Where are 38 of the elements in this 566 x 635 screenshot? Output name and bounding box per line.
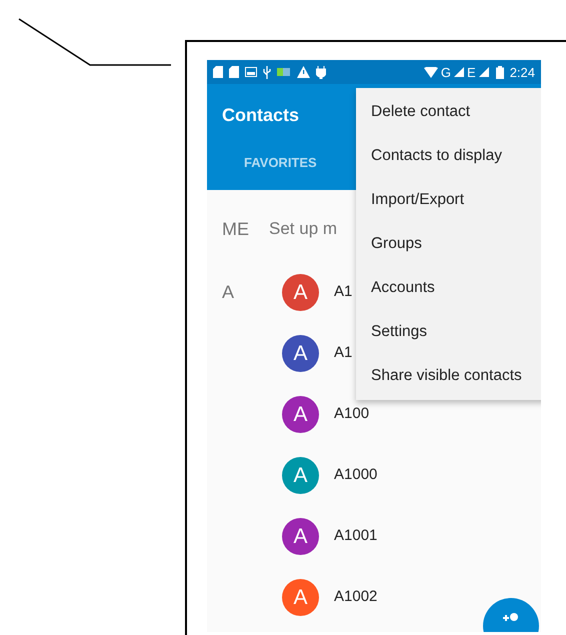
section-label: ME [221,218,250,240]
menu-item[interactable]: Delete contact [356,90,541,134]
contact-avatar: A [282,579,319,616]
contact-name[interactable]: A100 [334,403,370,426]
app-title: Contacts [222,104,300,127]
contact-avatar: A [282,396,319,433]
add-person-icon [501,612,521,624]
network-type: G [440,66,452,78]
contact-avatar: A [282,457,319,494]
contact-name[interactable]: A1000 [334,464,378,487]
sd-card-icon [229,66,239,78]
contact-avatar: A [282,274,319,311]
usb-icon [263,66,271,78]
contact-name[interactable]: A1 [334,342,352,365]
menu-item[interactable]: Share visible contacts [356,354,541,398]
contact-avatar: A [282,518,319,555]
signal-icon [478,67,489,77]
warning-icon [297,66,310,78]
contact-name[interactable]: A1001 [334,525,378,548]
signal-icon [454,67,464,77]
menu-item[interactable]: Settings [356,310,541,354]
contact-avatar: A [282,335,319,372]
battery-small-icon [277,68,291,76]
section-label: A [221,281,236,304]
menu-item[interactable]: Groups [356,222,541,266]
setup-profile-text: Set up m [269,218,338,240]
contact-name[interactable]: A1 [334,281,352,304]
image-icon [245,67,257,77]
menu-item[interactable]: Contacts to display [356,134,541,178]
battery-icon [496,66,504,78]
clock-time: 2:24 [510,66,535,78]
network-type: E [467,66,476,78]
wifi-icon [424,66,438,78]
menu-item[interactable]: Import/Export [356,178,541,222]
menu-item[interactable]: Accounts [356,266,541,310]
plug-icon [316,66,326,78]
sd-card-icon [213,66,223,78]
contact-name[interactable]: A1002 [334,586,378,609]
